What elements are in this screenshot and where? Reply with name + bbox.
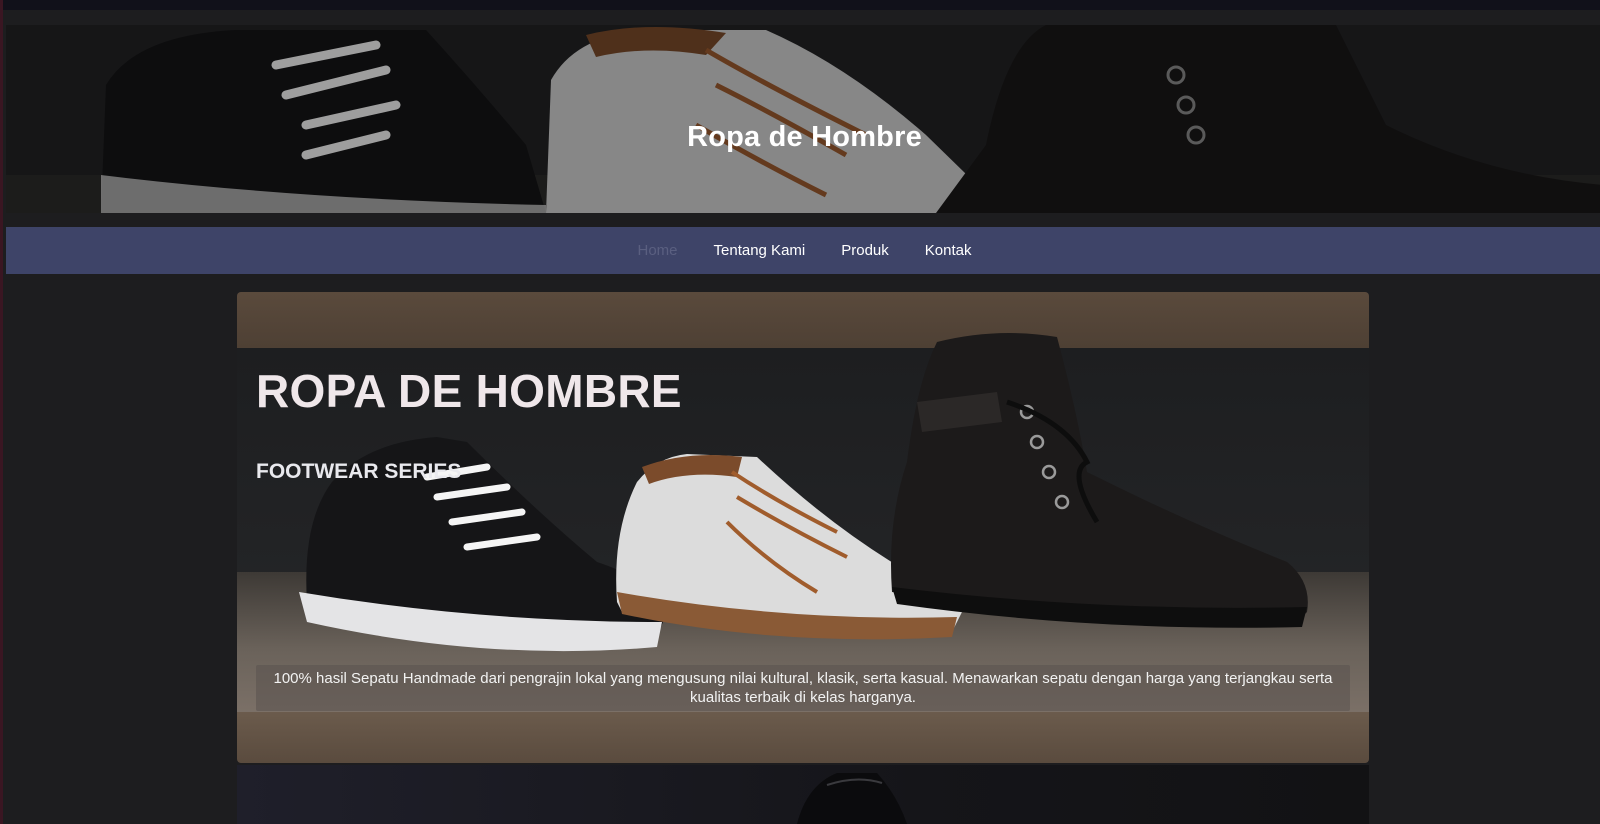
main-navigation: Home Tentang Kami Produk Kontak [6, 227, 1600, 274]
nav-item-home[interactable]: Home [638, 242, 678, 259]
page: Ropa de Hombre Home Tentang Kami Produk … [0, 0, 1600, 824]
hero-description: 100% hasil Sepatu Handmade dari pengraji… [256, 665, 1350, 711]
site-title: Ropa de Hombre [687, 121, 922, 153]
banner-shoes-image [6, 25, 1600, 213]
hero-section: ROPA DE HOMBRE FOOTWEAR SERIES 100% hasi… [237, 292, 1369, 763]
nav-item-kontak[interactable]: Kontak [925, 242, 972, 259]
top-strip [3, 0, 1600, 10]
hero-heading: ROPA DE HOMBRE [256, 365, 682, 417]
next-section-image [797, 773, 907, 824]
header-banner: Ropa de Hombre [6, 25, 1600, 213]
nav-item-produk[interactable]: Produk [841, 242, 889, 259]
nav-item-tentang-kami[interactable]: Tentang Kami [714, 242, 806, 259]
next-section-preview [237, 765, 1369, 824]
hero-subheading: FOOTWEAR SERIES [256, 460, 462, 483]
